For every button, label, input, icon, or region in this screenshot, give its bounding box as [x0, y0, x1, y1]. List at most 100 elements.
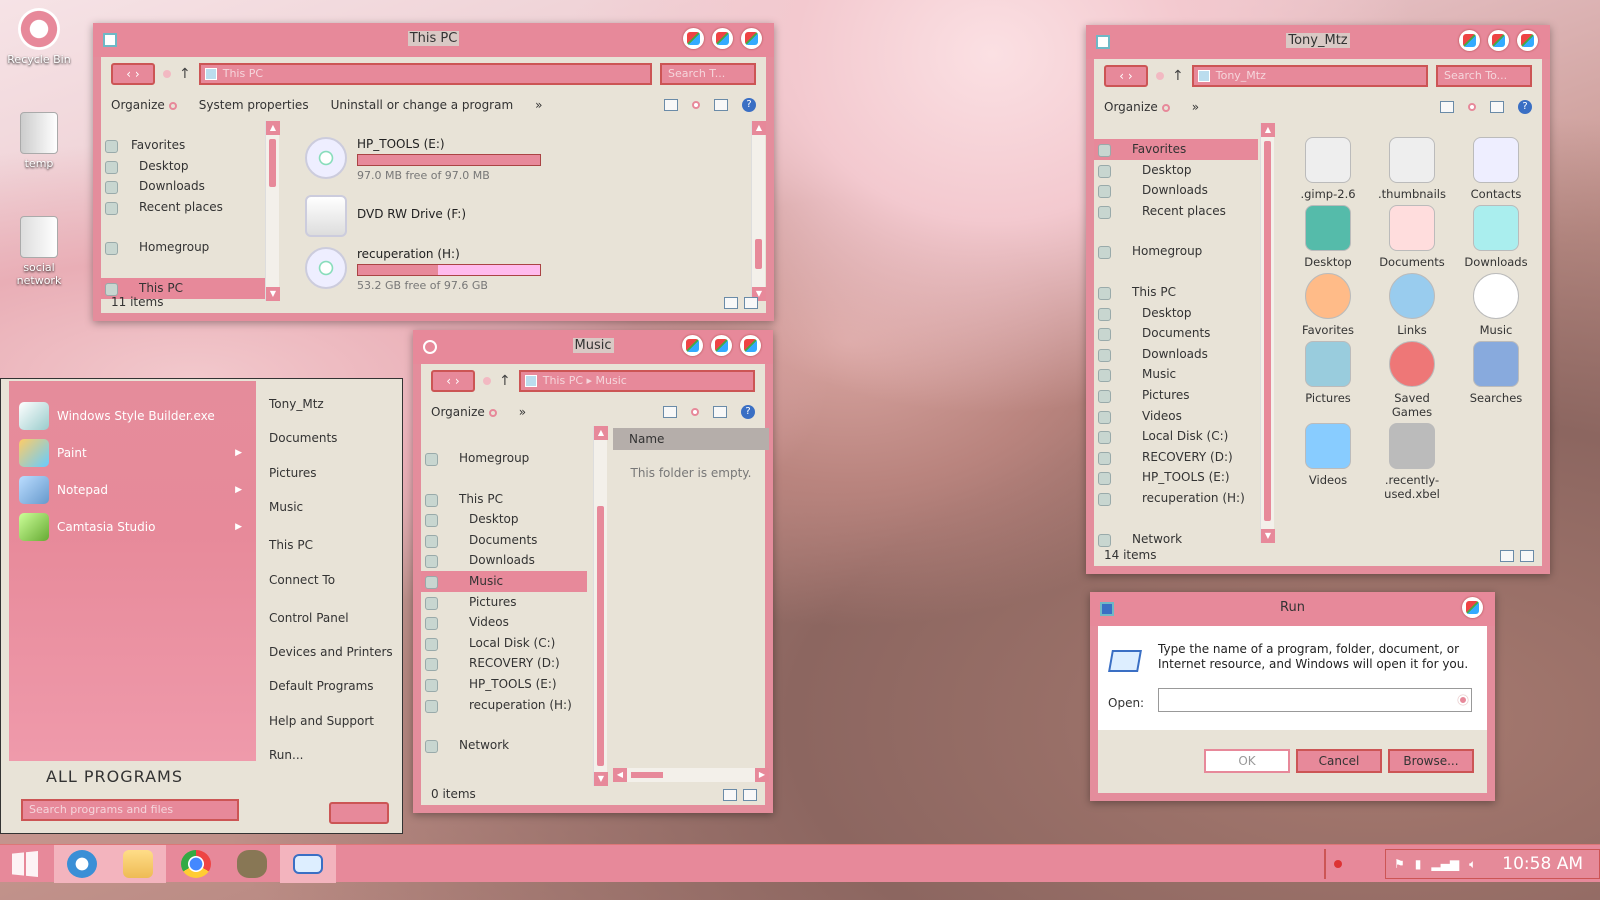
link-control-panel[interactable]: Control Panel	[269, 611, 393, 645]
more-commands-button[interactable]: »	[1192, 100, 1199, 114]
recent-dot[interactable]	[1156, 72, 1164, 80]
open-dropdown-icon[interactable]	[1458, 695, 1468, 705]
link-default-programs[interactable]: Default Programs	[269, 679, 393, 713]
tree-downloads[interactable]: Downloads	[421, 550, 587, 571]
up-arrow-icon[interactable]: ↑	[1172, 68, 1184, 84]
link-connect-to[interactable]: Connect To	[269, 573, 393, 611]
view-options-icon[interactable]	[1440, 101, 1454, 113]
item-downloads[interactable]: Downloads	[1456, 205, 1536, 269]
recent-dot[interactable]	[163, 70, 171, 78]
preview-pane-icon[interactable]	[1490, 101, 1504, 113]
link-help-support[interactable]: Help and Support	[269, 714, 393, 748]
browse-button[interactable]: Browse...	[1388, 749, 1474, 773]
tree-videos[interactable]: Videos	[421, 612, 587, 633]
search-input[interactable]: Search T...	[660, 63, 756, 85]
up-arrow-icon[interactable]: ↑	[499, 373, 511, 389]
taskbar-chrome[interactable]	[168, 845, 224, 883]
item-pictures[interactable]: Pictures	[1288, 341, 1368, 405]
item-gimp[interactable]: .gimp-2.6	[1288, 137, 1368, 201]
link-run[interactable]: Run...	[269, 748, 393, 782]
title-bar[interactable]: Music	[413, 330, 773, 364]
tree-documents[interactable]: Documents	[421, 530, 587, 551]
view-options-icon[interactable]	[664, 99, 678, 111]
tree-local-disk[interactable]: Local Disk (C:)	[421, 633, 587, 654]
back-forward-buttons[interactable]: ‹ ›	[431, 370, 475, 392]
more-commands-button[interactable]: »	[535, 98, 542, 112]
more-commands-button[interactable]: »	[519, 405, 526, 419]
submenu-arrow-icon[interactable]: ▶	[235, 448, 242, 458]
tree-recuperation[interactable]: recuperation (H:)	[1094, 488, 1258, 509]
open-input[interactable]	[1158, 688, 1472, 712]
back-forward-buttons[interactable]: ‹ ›	[111, 63, 155, 85]
taskbar-internet-explorer[interactable]	[54, 845, 110, 883]
up-arrow-icon[interactable]: ↑	[179, 66, 191, 82]
link-documents[interactable]: Documents	[269, 431, 393, 465]
title-bar[interactable]: Tony_Mtz	[1086, 25, 1550, 59]
tree-homegroup[interactable]: Homegroup	[101, 237, 271, 258]
system-properties-button[interactable]: System properties	[199, 98, 309, 112]
maximize-button[interactable]	[1488, 30, 1509, 51]
tree-desktop[interactable]: Desktop	[101, 156, 271, 177]
title-bar[interactable]: Run	[1090, 592, 1495, 626]
tree-favorites[interactable]: Favorites	[1094, 139, 1258, 160]
tree-this-pc[interactable]: This PC	[1094, 282, 1258, 303]
minimize-button[interactable]	[683, 28, 704, 49]
content-scrollbar[interactable]: ▲ ▼	[751, 121, 766, 301]
column-header-name[interactable]: Name	[613, 428, 769, 450]
tree-recovery[interactable]: RECOVERY (D:)	[1094, 447, 1258, 468]
tree-recent-places[interactable]: Recent places	[101, 197, 271, 218]
tree-favorites[interactable]: Favorites	[101, 135, 271, 156]
volume-icon[interactable]: 🔈︎	[1469, 857, 1476, 872]
tree-network[interactable]: Network	[421, 735, 587, 756]
taskbar-file-explorer[interactable]	[110, 845, 166, 883]
submenu-arrow-icon[interactable]: ▶	[235, 485, 242, 495]
ok-button[interactable]: OK	[1204, 749, 1290, 773]
close-button[interactable]	[740, 335, 761, 356]
tree-hp-tools[interactable]: HP_TOOLS (E:)	[1094, 467, 1258, 488]
start-search-input[interactable]: Search programs and files	[21, 799, 239, 821]
details-view-icon[interactable]	[1500, 550, 1514, 562]
tree-documents[interactable]: Documents	[1094, 323, 1258, 344]
tree-downloads[interactable]: Downloads	[101, 176, 271, 197]
clock[interactable]: 10:58 AM	[1502, 854, 1583, 874]
link-devices-printers[interactable]: Devices and Printers	[269, 645, 393, 679]
back-forward-buttons[interactable]: ‹ ›	[1104, 65, 1148, 87]
address-bar[interactable]: This PC ▸ Music	[518, 370, 755, 392]
help-icon[interactable]: ?	[741, 405, 755, 419]
item-thumbnails[interactable]: .thumbnails	[1372, 137, 1452, 201]
organize-button[interactable]: Organize	[111, 98, 177, 112]
program-paint[interactable]: Paint ▶	[9, 434, 256, 471]
tree-scrollbar[interactable]: ▲ ▼	[265, 121, 280, 301]
tree-pictures[interactable]: Pictures	[1094, 385, 1258, 406]
link-this-pc[interactable]: This PC	[269, 538, 393, 572]
tree-videos[interactable]: Videos	[1094, 406, 1258, 427]
item-music[interactable]: Music	[1456, 273, 1536, 337]
program-camtasia[interactable]: Camtasia Studio ▶	[9, 508, 256, 545]
desktop-icon-social-network[interactable]: social network	[4, 216, 74, 287]
flag-icon[interactable]: ⚑	[1394, 857, 1405, 871]
maximize-button[interactable]	[711, 335, 732, 356]
tree-desktop[interactable]: Desktop	[1094, 160, 1258, 181]
notification-dot[interactable]	[1334, 860, 1342, 868]
tree-homegroup[interactable]: Homegroup	[421, 448, 587, 469]
tree-homegroup[interactable]: Homegroup	[1094, 241, 1258, 262]
view-dot-icon[interactable]	[1468, 103, 1476, 111]
horizontal-scrollbar[interactable]: ◀ ▶	[613, 768, 769, 782]
desktop-icon-recycle-bin[interactable]: Recycle Bin	[4, 8, 74, 66]
maximize-button[interactable]	[712, 28, 733, 49]
item-videos[interactable]: Videos	[1288, 423, 1368, 487]
all-programs-button[interactable]: ALL PROGRAMS	[46, 767, 183, 786]
drive-recuperation[interactable]: recuperation (H:) 53.2 GB free of 97.6 GB	[305, 247, 541, 292]
drive-hp-tools[interactable]: HP_TOOLS (E:) 97.0 MB free of 97.0 MB	[305, 137, 541, 182]
battery-icon[interactable]: ▮	[1415, 857, 1422, 871]
tree-scrollbar[interactable]: ▲ ▼	[1260, 123, 1275, 543]
tree-desktop-pc[interactable]: Desktop	[1094, 303, 1258, 324]
view-dot-icon[interactable]	[692, 101, 700, 109]
uninstall-program-button[interactable]: Uninstall or change a program	[331, 98, 514, 112]
cancel-button[interactable]: Cancel	[1296, 749, 1382, 773]
organize-button[interactable]: Organize	[431, 405, 497, 419]
tree-desktop[interactable]: Desktop	[421, 509, 587, 530]
item-saved-games[interactable]: Saved Games	[1372, 341, 1452, 419]
organize-button[interactable]: Organize	[1104, 100, 1170, 114]
link-user[interactable]: Tony_Mtz	[269, 397, 393, 431]
